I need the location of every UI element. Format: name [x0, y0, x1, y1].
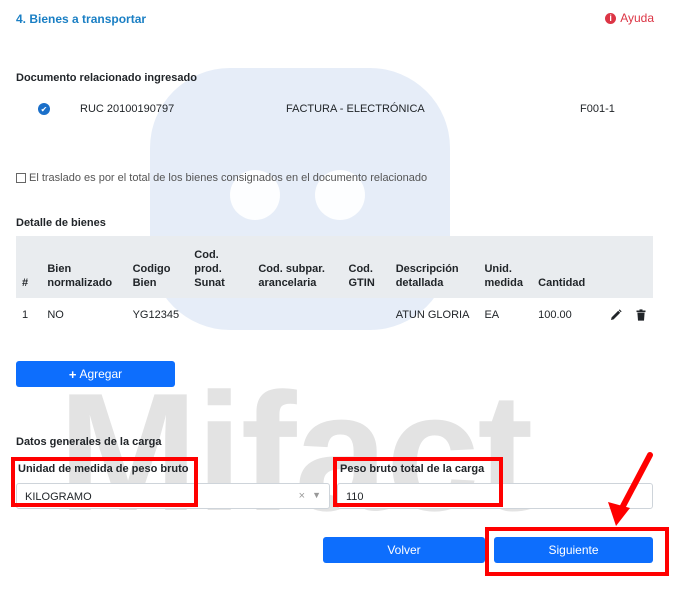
doc-type: FACTURA - ELECTRÓNICA [286, 103, 425, 115]
highlight-next-button [485, 527, 669, 576]
annotation-arrow-icon [608, 452, 653, 526]
related-doc-row: ✔ RUC 20100190797 FACTURA - ELECTRÓNICA … [16, 100, 656, 120]
col-unidad: Unid. medida [478, 236, 533, 298]
delete-trash-icon[interactable] [635, 309, 647, 321]
help-link[interactable]: i Ayuda [605, 11, 654, 25]
highlight-weight-field [333, 457, 503, 507]
cell-gtin [343, 298, 390, 332]
cell-num: 1 [22, 309, 29, 321]
section-title: 4. Bienes a transportar [16, 12, 147, 26]
col-descripcion: Descripción detallada [389, 236, 479, 298]
add-item-label: Agregar [79, 367, 123, 381]
table-header-row: # Bien normalizado Codigo Bien Cod. prod… [16, 236, 653, 298]
cargo-heading: Datos generales de la carga [16, 436, 162, 448]
col-codigo-bien: Codigo Bien [126, 236, 189, 298]
goods-table: # Bien normalizado Codigo Bien Cod. prod… [16, 236, 653, 332]
back-button[interactable]: Volver [323, 537, 485, 563]
col-gtin: Cod. GTIN [342, 236, 390, 298]
goods-detail-heading: Detalle de bienes [16, 217, 106, 229]
col-cantidad: Cantidad [532, 236, 594, 298]
chevron-down-icon[interactable]: ▼ [312, 490, 321, 500]
checkbox-icon[interactable] [16, 173, 26, 183]
cell-sunat [188, 298, 252, 332]
edit-pencil-icon[interactable] [610, 309, 622, 321]
highlight-unit-field [11, 457, 198, 507]
add-item-button[interactable]: + Agregar [16, 361, 175, 387]
check-circle-icon: ✔ [38, 103, 50, 115]
cell-descripcion: ATUN GLORIA [395, 309, 470, 321]
cell-codigo: YG12345 [132, 309, 180, 321]
watermark-text: Mifact [58, 358, 533, 546]
cell-unidad: EA [484, 309, 500, 321]
cell-subpar [252, 298, 342, 332]
total-transfer-checkbox[interactable]: El traslado es por el total de los biene… [16, 172, 427, 184]
doc-number: F001-1 [580, 103, 615, 115]
help-label: Ayuda [620, 11, 654, 25]
table-row: 1 NO YG12345 ATUN GLORIA EA 100.00 [16, 298, 653, 332]
doc-ruc: RUC 20100190797 [80, 103, 175, 115]
row-actions [594, 298, 653, 332]
plus-icon: + [68, 366, 77, 382]
related-doc-heading: Documento relacionado ingresado [16, 72, 197, 84]
col-cod-subpar: Cod. subpar. arancelaria [252, 236, 343, 298]
col-actions [593, 236, 653, 298]
clear-icon[interactable]: × [299, 490, 305, 502]
col-cod-sunat: Cod. prod. Sunat [188, 236, 253, 298]
info-icon: i [605, 12, 617, 24]
total-transfer-label: El traslado es por el total de los biene… [29, 172, 428, 184]
cell-cantidad: 100.00 [538, 309, 572, 321]
col-num: # [16, 236, 42, 298]
cell-normalizado: NO [47, 309, 64, 321]
col-bien-normalizado: Bien normalizado [41, 236, 127, 298]
